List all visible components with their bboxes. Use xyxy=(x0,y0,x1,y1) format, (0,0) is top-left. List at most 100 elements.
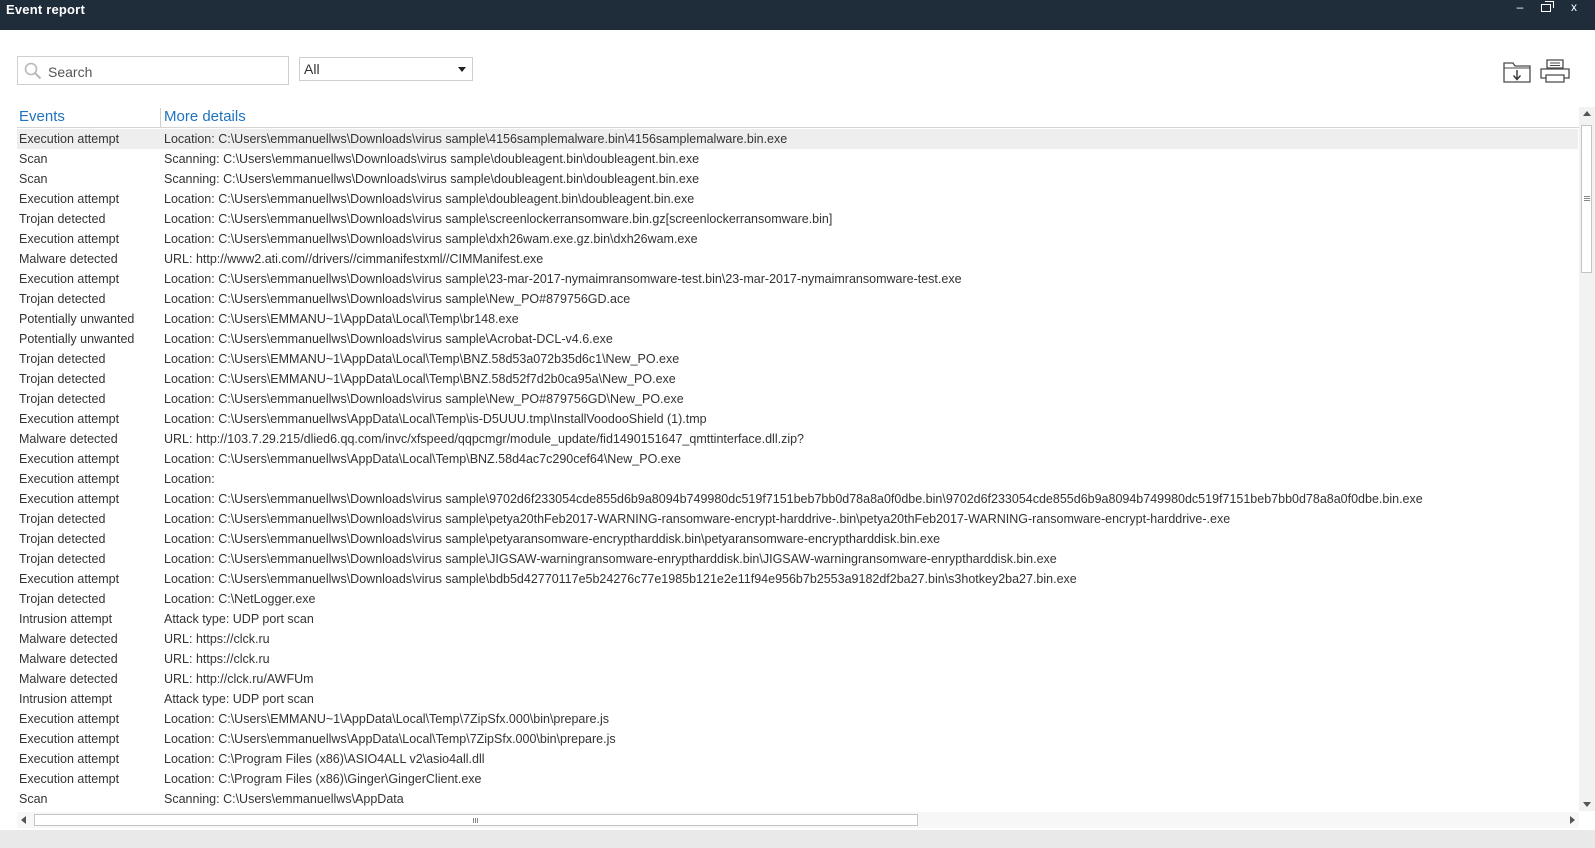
table-row[interactable]: Trojan detected Location: C:\Users\EMMANU… xyxy=(17,369,1578,389)
search-box[interactable] xyxy=(17,56,289,85)
event-type-cell: Execution attempt xyxy=(19,712,120,726)
table-row[interactable]: Execution attempt Location: C:\Users\emma… xyxy=(17,409,1578,429)
table-row[interactable]: Execution attempt Location: C:\Program Fi… xyxy=(17,769,1578,789)
event-details-cell: Location: C:\Program Files (x86)\ASIO4AL… xyxy=(164,752,485,766)
table-row[interactable]: Execution attempt Location: C:\Users\emma… xyxy=(17,269,1578,289)
table-row[interactable]: Malware detected URL: http://103.7.29.215… xyxy=(17,429,1578,449)
minimize-button[interactable]: – xyxy=(1509,0,1531,16)
table-row[interactable]: Execution attempt Location: C:\Program Fi… xyxy=(17,749,1578,769)
event-type-cell: Malware detected xyxy=(19,252,118,266)
table-row[interactable]: Execution attempt Location: C:\Users\emma… xyxy=(17,729,1578,749)
table-row[interactable]: Potentially unwanted Location: C:\Users\e… xyxy=(17,329,1578,349)
event-type-cell: Execution attempt xyxy=(19,492,120,506)
filter-dropdown[interactable]: All xyxy=(299,57,473,81)
export-button[interactable] xyxy=(1502,58,1534,84)
event-type-cell: Malware detected xyxy=(19,652,118,666)
event-type-cell: Intrusion attempt xyxy=(19,692,113,706)
event-type-cell: Execution attempt xyxy=(19,192,120,206)
horizontal-scroll-thumb[interactable] xyxy=(34,814,918,826)
event-list[interactable]: Execution attempt Location: C:\Users\emma… xyxy=(17,129,1578,811)
print-button[interactable] xyxy=(1538,58,1570,84)
table-row[interactable]: Execution attempt Location: C:\Users\emma… xyxy=(17,489,1578,509)
table-row[interactable]: Execution attempt Location: xyxy=(17,469,1578,489)
scroll-down-icon[interactable] xyxy=(1583,802,1591,807)
table-row[interactable]: Malware detected URL: https://clck.ru xyxy=(17,649,1578,669)
event-type-cell: Trojan detected xyxy=(19,592,106,606)
scroll-right-icon[interactable] xyxy=(1570,816,1575,824)
event-details-cell: Location: C:\Users\emmanuellws\Downloads… xyxy=(164,132,788,146)
table-row[interactable]: Malware detected URL: https://clck.ru xyxy=(17,629,1578,649)
table-row[interactable]: Execution attempt Location: C:\Users\emma… xyxy=(17,449,1578,469)
event-type-cell: Scan xyxy=(19,172,48,186)
event-type-cell: Trojan detected xyxy=(19,372,106,386)
search-input[interactable] xyxy=(46,60,286,84)
export-folder-icon xyxy=(1503,62,1531,83)
table-row[interactable]: Malware detected URL: http://clck.ru/AWFU… xyxy=(17,669,1578,689)
table-row[interactable]: Trojan detected Location: C:\NetLogger.ex… xyxy=(17,589,1578,609)
event-details-cell: Location: C:\Users\emmanuellws\Downloads… xyxy=(164,532,941,546)
search-icon xyxy=(24,62,42,80)
event-type-cell: Execution attempt xyxy=(19,572,120,586)
event-type-cell: Execution attempt xyxy=(19,232,120,246)
event-details-cell: URL: http://www2.ati.com//drivers//cimma… xyxy=(164,252,544,266)
table-row[interactable]: Execution attempt Location: C:\Users\emma… xyxy=(17,129,1578,149)
horizontal-scrollbar[interactable] xyxy=(17,812,1579,828)
table-row[interactable]: Trojan detected Location: C:\Users\emmanu… xyxy=(17,549,1578,569)
table-row[interactable]: Execution attempt Location: C:\Users\emma… xyxy=(17,569,1578,589)
table-row[interactable]: Trojan detected Location: C:\Users\emmanu… xyxy=(17,529,1578,549)
scroll-up-icon[interactable] xyxy=(1583,111,1591,116)
event-type-cell: Execution attempt xyxy=(19,752,120,766)
table-row[interactable]: Trojan detected Location: C:\Users\EMMANU… xyxy=(17,349,1578,369)
event-type-cell: Malware detected xyxy=(19,632,118,646)
close-button[interactable]: x xyxy=(1563,0,1585,16)
table-row[interactable]: Trojan detected Location: C:\Users\emmanu… xyxy=(17,389,1578,409)
table-row[interactable]: Malware detected URL: http://www2.ati.com… xyxy=(17,249,1578,269)
event-type-cell: Trojan detected xyxy=(19,292,106,306)
event-details-cell: Location: C:\Users\emmanuellws\Downloads… xyxy=(164,212,833,226)
event-type-cell: Intrusion attempt xyxy=(19,612,113,626)
event-details-cell: Location: C:\Users\emmanuellws\AppData\L… xyxy=(164,452,681,466)
table-row[interactable]: Execution attempt Location: C:\Users\emma… xyxy=(17,229,1578,249)
footer-bar xyxy=(0,830,1595,848)
table-row[interactable]: Scan Scanning: C:\Users\emmanuellws\Downl… xyxy=(17,169,1578,189)
event-details-cell: Location: C:\Users\emmanuellws\AppData\L… xyxy=(164,412,707,426)
event-type-cell: Trojan detected xyxy=(19,392,106,406)
table-row[interactable]: Execution attempt Location: C:\Users\EMMA… xyxy=(17,709,1578,729)
column-divider[interactable] xyxy=(160,108,161,127)
restore-button[interactable] xyxy=(1535,0,1557,16)
table-row[interactable]: Scan Scanning: C:\Users\emmanuellws\Downl… xyxy=(17,149,1578,169)
event-type-cell: Execution attempt xyxy=(19,472,120,486)
event-details-cell: URL: https://clck.ru xyxy=(164,632,270,646)
table-row[interactable]: Potentially unwanted Location: C:\Users\E… xyxy=(17,309,1578,329)
event-type-cell: Malware detected xyxy=(19,432,118,446)
event-details-cell: Location: C:\Users\EMMANU~1\AppData\Loca… xyxy=(164,352,680,366)
table-row[interactable]: Intrusion attempt Attack type: UDP port s… xyxy=(17,689,1578,709)
vertical-scrollbar[interactable] xyxy=(1579,107,1595,811)
table-row[interactable]: Intrusion attempt Attack type: UDP port s… xyxy=(17,609,1578,629)
event-details-cell: URL: http://103.7.29.215/dlied6.qq.com/i… xyxy=(164,432,805,446)
column-header-events[interactable]: Events xyxy=(19,108,65,125)
table-row[interactable]: Trojan detected Location: C:\Users\emmanu… xyxy=(17,209,1578,229)
table-row[interactable]: Trojan detected Location: C:\Users\emmanu… xyxy=(17,509,1578,529)
event-details-cell: Location: C:\Users\emmanuellws\Downloads… xyxy=(164,572,1077,586)
event-details-cell: URL: http://clck.ru/AWFUm xyxy=(164,672,314,686)
event-type-cell: Trojan detected xyxy=(19,552,106,566)
event-details-cell: Location: C:\Users\emmanuellws\Downloads… xyxy=(164,492,1423,506)
table-row[interactable]: Execution attempt Location: C:\Users\emma… xyxy=(17,189,1578,209)
event-details-cell: Location: C:\Users\emmanuellws\Downloads… xyxy=(164,552,1057,566)
header-divider xyxy=(17,127,1579,128)
printer-icon xyxy=(1540,59,1570,83)
event-details-cell: Location: C:\Users\emmanuellws\AppData\L… xyxy=(164,732,616,746)
title-bar: Event report – x xyxy=(0,0,1595,30)
event-type-cell: Trojan detected xyxy=(19,512,106,526)
column-header-more-details[interactable]: More details xyxy=(164,108,246,125)
table-row[interactable]: Trojan detected Location: C:\Users\emmanu… xyxy=(17,289,1578,309)
event-details-cell: Location: C:\Users\EMMANU~1\AppData\Loca… xyxy=(164,312,519,326)
event-type-cell: Execution attempt xyxy=(19,452,120,466)
scroll-left-icon[interactable] xyxy=(21,816,26,824)
event-details-cell: Scanning: C:\Users\emmanuellws\AppData xyxy=(164,792,404,806)
event-type-cell: Potentially unwanted xyxy=(19,332,135,346)
vertical-scroll-thumb[interactable] xyxy=(1581,125,1592,273)
table-row[interactable]: Scan Scanning: C:\Users\emmanuellws\AppDa… xyxy=(17,789,1578,809)
event-type-cell: Execution attempt xyxy=(19,132,120,146)
